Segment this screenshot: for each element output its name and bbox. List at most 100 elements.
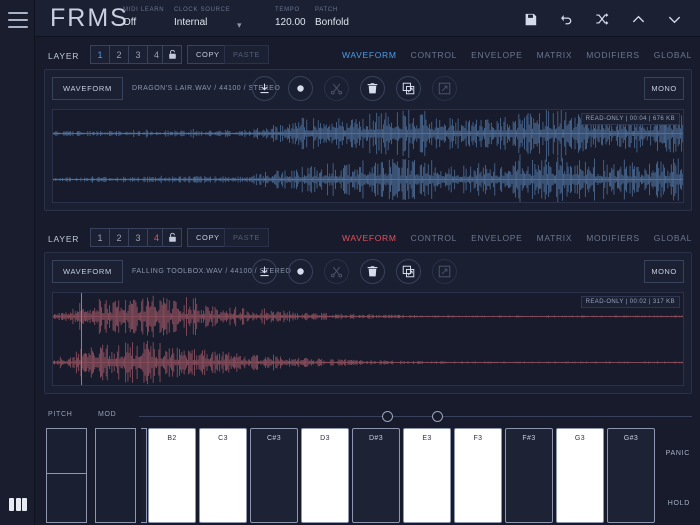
status-badge: READ-ONLY | 00:04 | 676 KB — [581, 113, 680, 125]
clock-source-field[interactable]: CLOCK SOURCE Internal — [174, 7, 230, 28]
shuffle-icon[interactable] — [584, 8, 620, 30]
tab-envelope[interactable]: ENVELOPE — [471, 233, 522, 243]
key-gs3[interactable]: G#3 — [607, 428, 655, 523]
paste-button[interactable]: PASTE — [224, 228, 269, 247]
duplicate-icon[interactable] — [396, 76, 421, 101]
waveform-mode-button[interactable]: WAVEFORM — [52, 260, 123, 283]
layer-1-tool-icons — [252, 76, 457, 101]
lock-icon[interactable] — [162, 45, 182, 64]
tab-control[interactable]: CONTROL — [411, 233, 457, 243]
layer-button-3[interactable]: 3 — [128, 45, 147, 64]
undo-icon[interactable] — [548, 8, 584, 30]
mono-button[interactable]: MONO — [644, 260, 684, 283]
mono-button[interactable]: MONO — [644, 77, 684, 100]
export-icon[interactable] — [432, 259, 457, 284]
load-sample-icon[interactable] — [252, 259, 277, 284]
scissors-icon[interactable] — [324, 259, 349, 284]
bottom-section: PITCH MOD B2 C3 C#3 D3 — [44, 406, 692, 428]
tab-waveform[interactable]: WAVEFORM — [342, 233, 397, 243]
pitch-mod-row: PITCH MOD — [44, 406, 692, 428]
tempo-label: TEMPO — [275, 7, 306, 13]
layer-2-tool-icons — [252, 259, 457, 284]
app-title: FRMS — [50, 4, 129, 33]
layer-button-3[interactable]: 3 — [128, 228, 147, 247]
playhead-marker[interactable] — [81, 293, 82, 385]
chevron-up-icon[interactable] — [620, 8, 656, 30]
lock-icon[interactable] — [162, 228, 182, 247]
layer-button-2[interactable]: 2 — [109, 228, 128, 247]
layer-1-header: LAYER 1 2 3 4 COPY PASTE WAVEFORM CONTRO… — [44, 45, 692, 69]
trash-icon[interactable] — [360, 76, 385, 101]
duplicate-icon[interactable] — [396, 259, 421, 284]
paste-button[interactable]: PASTE — [224, 45, 269, 64]
key-label: F3 — [455, 435, 501, 442]
tab-control[interactable]: CONTROL — [411, 50, 457, 60]
layer-1-selector: 1 2 3 4 — [90, 45, 166, 64]
patch-field[interactable]: PATCH Bonfold — [315, 7, 349, 28]
tab-envelope[interactable]: ENVELOPE — [471, 50, 522, 60]
layer-button-1[interactable]: 1 — [90, 228, 109, 247]
mod-wheel[interactable] — [95, 428, 136, 523]
tab-modifiers[interactable]: MODIFIERS — [586, 233, 640, 243]
waveform-display-1[interactable]: READ-ONLY | 00:04 | 676 KB — [52, 109, 684, 203]
piano-keys-icon[interactable] — [9, 498, 27, 511]
layer-1-body: WAVEFORM DRAGON'S LAIR.WAV / 44100 / STE… — [44, 69, 692, 211]
waveform-mode-button[interactable]: WAVEFORM — [52, 77, 123, 100]
mod-slider-knob-2[interactable] — [432, 411, 443, 422]
layer-button-1[interactable]: 1 — [90, 45, 109, 64]
key-label: B2 — [149, 435, 195, 442]
hamburger-menu-icon[interactable] — [8, 12, 28, 28]
load-sample-icon[interactable] — [252, 76, 277, 101]
panic-button[interactable]: PANIC — [666, 450, 690, 457]
status-badge: READ-ONLY | 00:02 | 317 KB — [581, 296, 680, 308]
tab-global[interactable]: GLOBAL — [654, 233, 692, 243]
tab-waveform[interactable]: WAVEFORM — [342, 50, 397, 60]
layer-2-body: WAVEFORM FALLING TOOLBOX.WAV / 44100 / S… — [44, 252, 692, 394]
tempo-field[interactable]: TEMPO 120.00 — [275, 7, 306, 28]
key-g3[interactable]: G3 — [556, 428, 604, 523]
clock-source-label: CLOCK SOURCE — [174, 7, 230, 13]
key-fs3[interactable]: F#3 — [505, 428, 553, 523]
tab-global[interactable]: GLOBAL — [654, 50, 692, 60]
copy-button[interactable]: COPY — [187, 228, 229, 247]
mod-slider-knob-1[interactable] — [382, 411, 393, 422]
save-icon[interactable] — [512, 8, 548, 30]
key-label: D#3 — [353, 435, 399, 442]
left-rail — [0, 0, 35, 525]
midi-learn-value: Off — [123, 17, 164, 28]
frms-synth-window: FRMS MIDI LEARN Off CLOCK SOURCE Interna… — [0, 0, 700, 525]
mod-slider-track[interactable] — [139, 416, 692, 417]
layer-1-toolbar: WAVEFORM DRAGON'S LAIR.WAV / 44100 / STE… — [52, 77, 684, 102]
tab-matrix[interactable]: MATRIX — [537, 50, 573, 60]
hold-button[interactable]: HOLD — [668, 500, 690, 507]
tempo-value: 120.00 — [275, 17, 306, 28]
key-c3[interactable]: C3 — [199, 428, 247, 523]
key-ds3[interactable]: D#3 — [352, 428, 400, 523]
layer-1-tabs: WAVEFORM CONTROL ENVELOPE MATRIX MODIFIE… — [342, 50, 692, 60]
key-d3[interactable]: D3 — [301, 428, 349, 523]
key-f3[interactable]: F3 — [454, 428, 502, 523]
app-header: FRMS MIDI LEARN Off CLOCK SOURCE Interna… — [35, 0, 700, 37]
layer-2-selector: 1 2 3 4 — [90, 228, 166, 247]
tab-modifiers[interactable]: MODIFIERS — [586, 50, 640, 60]
layer-panel-1: LAYER 1 2 3 4 COPY PASTE WAVEFORM CONTRO… — [44, 45, 692, 211]
trash-icon[interactable] — [360, 259, 385, 284]
header-icon-bar — [512, 8, 692, 30]
midi-learn-field[interactable]: MIDI LEARN Off — [123, 7, 164, 28]
chevron-down-icon[interactable] — [656, 8, 692, 30]
record-icon[interactable] — [288, 76, 313, 101]
export-icon[interactable] — [432, 76, 457, 101]
scissors-icon[interactable] — [324, 76, 349, 101]
layer-button-2[interactable]: 2 — [109, 45, 128, 64]
tab-matrix[interactable]: MATRIX — [537, 233, 573, 243]
key-b2[interactable]: B2 — [148, 428, 196, 523]
patch-label: PATCH — [315, 7, 349, 13]
waveform-display-2[interactable]: READ-ONLY | 00:02 | 317 KB — [52, 292, 684, 386]
pitch-wheel[interactable] — [46, 428, 87, 523]
layer-label: LAYER — [48, 234, 79, 244]
key-cs3[interactable]: C#3 — [250, 428, 298, 523]
key-e3[interactable]: E3 — [403, 428, 451, 523]
record-icon[interactable] — [288, 259, 313, 284]
copy-button[interactable]: COPY — [187, 45, 229, 64]
chevron-down-icon[interactable]: ▾ — [237, 20, 242, 31]
